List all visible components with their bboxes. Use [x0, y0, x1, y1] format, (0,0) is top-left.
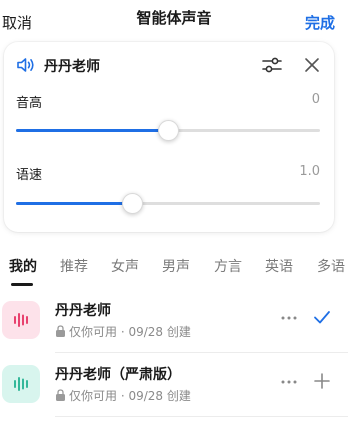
- voice-settings-card: 丹丹老师 音高 0 语速 1.0: [4, 42, 334, 232]
- lock-icon: [56, 325, 65, 337]
- voice-settings-page: 取消 智能体声音 完成 丹丹老师 音高 0 语速 1.0 我的 推荐 女声 男声…: [0, 0, 348, 423]
- pitch-slider-fill: [16, 129, 168, 132]
- waveform-icon: [14, 377, 28, 391]
- tab-dialect[interactable]: 方言: [214, 256, 242, 276]
- list-divider: [55, 352, 348, 353]
- pitch-value: 0: [311, 92, 320, 107]
- voice-name: 丹丹老师: [55, 303, 111, 319]
- created-date: · 09/28 创建: [120, 389, 191, 403]
- speed-slider-fill: [16, 202, 132, 205]
- pitch-label: 音高: [16, 96, 43, 111]
- done-button[interactable]: 完成: [305, 12, 335, 33]
- plus-icon[interactable]: [312, 370, 332, 392]
- speed-label: 语速: [16, 168, 43, 183]
- voice-meta: 仅你可用 · 09/28 创建: [55, 387, 191, 404]
- page-title: 智能体声音: [136, 9, 212, 27]
- more-options-icon[interactable]: [278, 372, 300, 392]
- voice-avatar: [2, 365, 40, 403]
- card-header: 丹丹老师: [4, 42, 334, 86]
- pitch-slider[interactable]: [16, 120, 320, 142]
- tab-mine[interactable]: 我的: [9, 256, 37, 276]
- pitch-slider-thumb[interactable]: [158, 120, 179, 141]
- voice-meta: 仅你可用 · 09/28 创建: [55, 323, 191, 340]
- active-tab-indicator: [11, 283, 33, 286]
- current-voice-name: 丹丹老师: [44, 59, 100, 75]
- created-date: · 09/28 创建: [120, 325, 191, 339]
- visibility-text: 仅你可用: [69, 325, 118, 339]
- list-divider: [55, 416, 348, 417]
- tab-male[interactable]: 男声: [162, 256, 190, 276]
- tab-recommend[interactable]: 推荐: [60, 256, 88, 276]
- voice-list-item[interactable]: 丹丹老师 仅你可用 · 09/28 创建: [0, 290, 348, 354]
- speaker-icon[interactable]: [16, 56, 36, 74]
- check-icon[interactable]: [312, 306, 332, 328]
- speed-slider[interactable]: [16, 193, 320, 215]
- more-options-icon[interactable]: [278, 308, 300, 328]
- voice-name: 丹丹老师（严肃版）: [55, 367, 181, 383]
- top-bar: 取消 智能体声音 完成: [0, 0, 348, 40]
- speed-value: 1.0: [299, 164, 320, 179]
- adjust-icon[interactable]: [261, 55, 283, 75]
- voice-category-tabs: 我的 推荐 女声 男声 方言 英语 多语: [0, 250, 348, 290]
- voice-list-item[interactable]: 丹丹老师（严肃版） 仅你可用 · 09/28 创建: [0, 354, 348, 418]
- voice-avatar: [2, 301, 40, 339]
- waveform-icon: [14, 313, 28, 327]
- tab-english[interactable]: 英语: [265, 256, 293, 276]
- tab-multilingual[interactable]: 多语: [317, 256, 345, 276]
- close-icon[interactable]: [302, 55, 322, 75]
- speed-slider-thumb[interactable]: [121, 193, 143, 214]
- visibility-text: 仅你可用: [69, 389, 118, 403]
- tab-female[interactable]: 女声: [111, 256, 139, 276]
- lock-icon: [56, 389, 65, 401]
